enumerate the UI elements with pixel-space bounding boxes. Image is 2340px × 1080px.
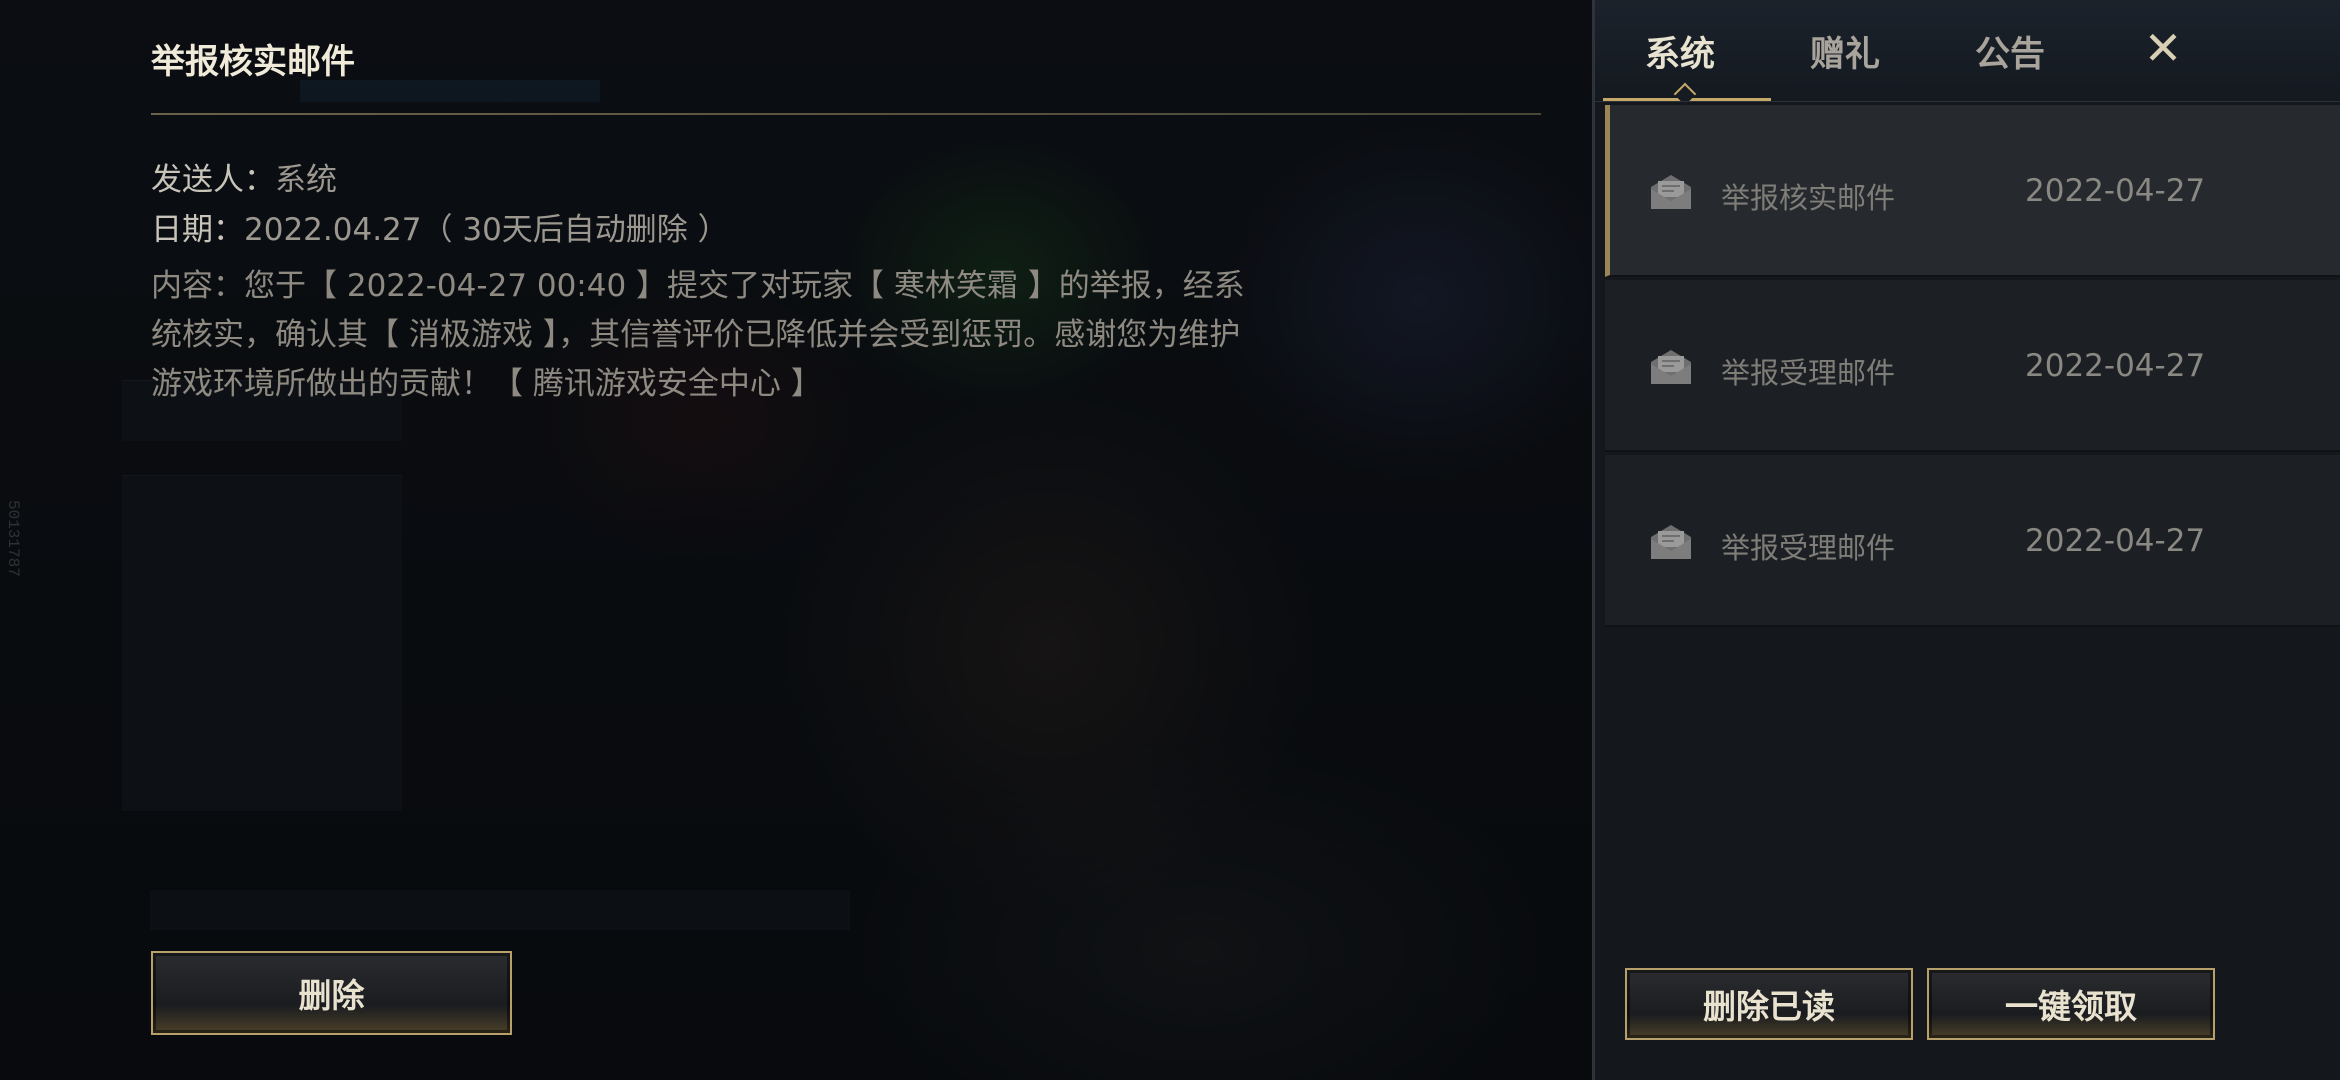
- tab-bar: 系统 赠礼 公告 ✕: [1595, 0, 2340, 106]
- tab-divider: [1595, 101, 2340, 102]
- sender-value: 系统: [275, 162, 337, 198]
- mail-open-icon: [1651, 350, 1691, 384]
- tab-system[interactable]: 系统: [1645, 26, 1715, 77]
- sender-line: 发送人：系统: [151, 154, 337, 199]
- mail-list-item[interactable]: 举报核实邮件 2022-04-27: [1605, 105, 2340, 277]
- delete-read-button[interactable]: 删除已读: [1625, 968, 1913, 1040]
- mail-content: 内容：您于【 2022-04-27 00:40 】提交了对玩家【 寒林笑霜 】的…: [151, 268, 1245, 402]
- delete-button[interactable]: 删除: [151, 951, 512, 1035]
- tab-announcements[interactable]: 公告: [1975, 26, 2045, 77]
- mail-subject: 举报受理邮件: [1721, 531, 1896, 565]
- sender-label: 发送人：: [151, 162, 275, 198]
- title-divider: [151, 113, 1541, 115]
- date-value: 2022.04.27（ 30天后自动删除 ）: [244, 212, 729, 248]
- mail-subject: 举报受理邮件: [1721, 356, 1896, 390]
- mail-list-item[interactable]: 举报受理邮件 2022-04-27: [1605, 455, 2340, 627]
- mail-open-icon: [1651, 525, 1691, 559]
- watermark-text: 50131787: [4, 500, 22, 577]
- date-label: 日期：: [151, 212, 244, 248]
- mail-detail-title: 举报核实邮件: [151, 42, 355, 82]
- mail-subject: 举报核实邮件: [1721, 181, 1896, 215]
- mail-date: 2022-04-27: [2025, 348, 2206, 384]
- mail-open-icon: [1651, 175, 1691, 209]
- date-line: 日期：2022.04.27（ 30天后自动删除 ）: [151, 204, 729, 249]
- mail-date: 2022-04-27: [2025, 523, 2206, 559]
- mail-date: 2022-04-27: [2025, 173, 2206, 209]
- mail-screen: 50131787 举报核实邮件 发送人：系统 日期：2022.04.27（ 30…: [0, 0, 2340, 1080]
- mail-panel: 系统 赠礼 公告 ✕ 举报核实邮件 2022-04-27 举报受理邮件 2022…: [1592, 0, 2340, 1080]
- close-icon[interactable]: ✕: [2135, 20, 2191, 76]
- mail-list-item[interactable]: 举报受理邮件 2022-04-27: [1605, 280, 2340, 452]
- tab-gifts[interactable]: 赠礼: [1810, 26, 1880, 77]
- claim-all-button[interactable]: 一键领取: [1927, 968, 2215, 1040]
